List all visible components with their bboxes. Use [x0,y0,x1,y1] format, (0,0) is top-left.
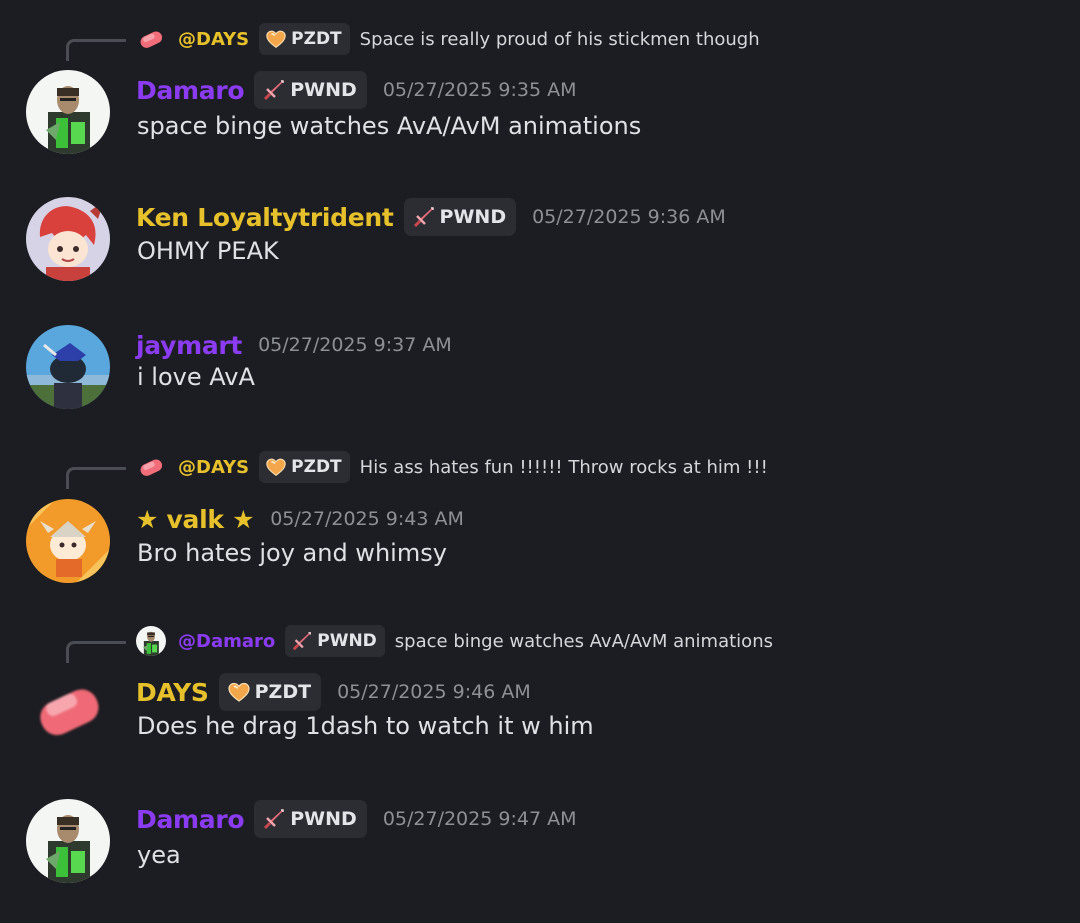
username[interactable]: DAYS [136,678,209,707]
avatar[interactable] [26,672,110,756]
sword-badge-icon [262,78,286,102]
role-tag-label: PZDT [254,681,312,703]
role-tag-label: PZDT [291,457,342,477]
reply-preview[interactable]: @DAYS PZDT Space is really proud of his … [0,22,1080,61]
reply-spine [66,467,126,489]
message-content: yea [137,841,181,869]
avatar[interactable] [26,70,110,154]
avatar[interactable] [26,197,110,281]
reply-mention[interactable]: @DAYS [178,457,249,478]
avatar[interactable] [26,499,110,583]
reply-text[interactable]: Space is really proud of his stickmen th… [360,29,760,50]
role-tag[interactable]: PZDT [259,23,350,55]
reply-text[interactable]: His ass hates fun !!!!!! Throw rocks at … [360,457,768,478]
role-tag[interactable]: PWND [285,625,385,657]
avatar[interactable] [26,325,110,409]
role-tag-label: PWND [439,206,507,228]
sword-badge-icon [262,807,286,831]
role-tag[interactable]: PWND [254,800,367,838]
sword-badge-icon [291,630,313,652]
heart-badge-icon [265,28,287,50]
username[interactable]: jaymart [136,331,242,360]
message-content: Bro hates joy and whimsy [137,539,447,567]
avatar-mini [136,626,166,656]
role-tag[interactable]: PWND [403,198,517,236]
sword-badge-icon [412,205,436,229]
timestamp[interactable]: 05/27/2025 9:36 AM [532,206,726,228]
reply-spine [66,39,126,61]
heart-badge-icon [265,456,287,478]
role-tag-label: PZDT [291,29,342,49]
timestamp[interactable]: 05/27/2025 9:47 AM [383,808,577,830]
message-content: OHMY PEAK [137,237,279,265]
role-tag[interactable]: PZDT [259,451,350,483]
role-tag[interactable]: PZDT [218,673,322,711]
message-content: space binge watches AvA/AvM animations [137,112,642,140]
message-content: i love AvA [137,363,255,391]
reply-spine [66,641,126,663]
username[interactable]: ★ valk ★ [136,505,255,534]
role-tag-label: PWND [317,631,377,651]
reply-mention[interactable]: @DAYS [178,29,249,50]
role-tag-label: PWND [290,79,357,101]
avatar[interactable] [26,799,110,883]
timestamp[interactable]: 05/27/2025 9:46 AM [337,681,531,703]
role-tag[interactable]: PWND [254,71,367,109]
message-content: Does he drag 1dash to watch it w him [137,712,594,740]
role-tag-label: PWND [290,808,357,830]
timestamp[interactable]: 05/27/2025 9:43 AM [270,508,464,530]
days-blob-icon [136,452,166,482]
heart-badge-icon [227,680,251,704]
days-blob-icon [136,24,166,54]
username[interactable]: Damaro [136,76,245,105]
reply-text[interactable]: space binge watches AvA/AvM animations [395,631,773,652]
reply-preview[interactable]: @Damaro PWND space binge watches AvA/AvM… [0,624,1080,663]
username[interactable]: Damaro [136,805,245,834]
timestamp[interactable]: 05/27/2025 9:35 AM [383,79,577,101]
reply-mention[interactable]: @Damaro [178,631,275,652]
reply-preview[interactable]: @DAYS PZDT His ass hates fun !!!!!! Thro… [0,450,1080,489]
timestamp[interactable]: 05/27/2025 9:37 AM [258,334,452,356]
username[interactable]: Ken Loyaltytrident [136,203,394,232]
